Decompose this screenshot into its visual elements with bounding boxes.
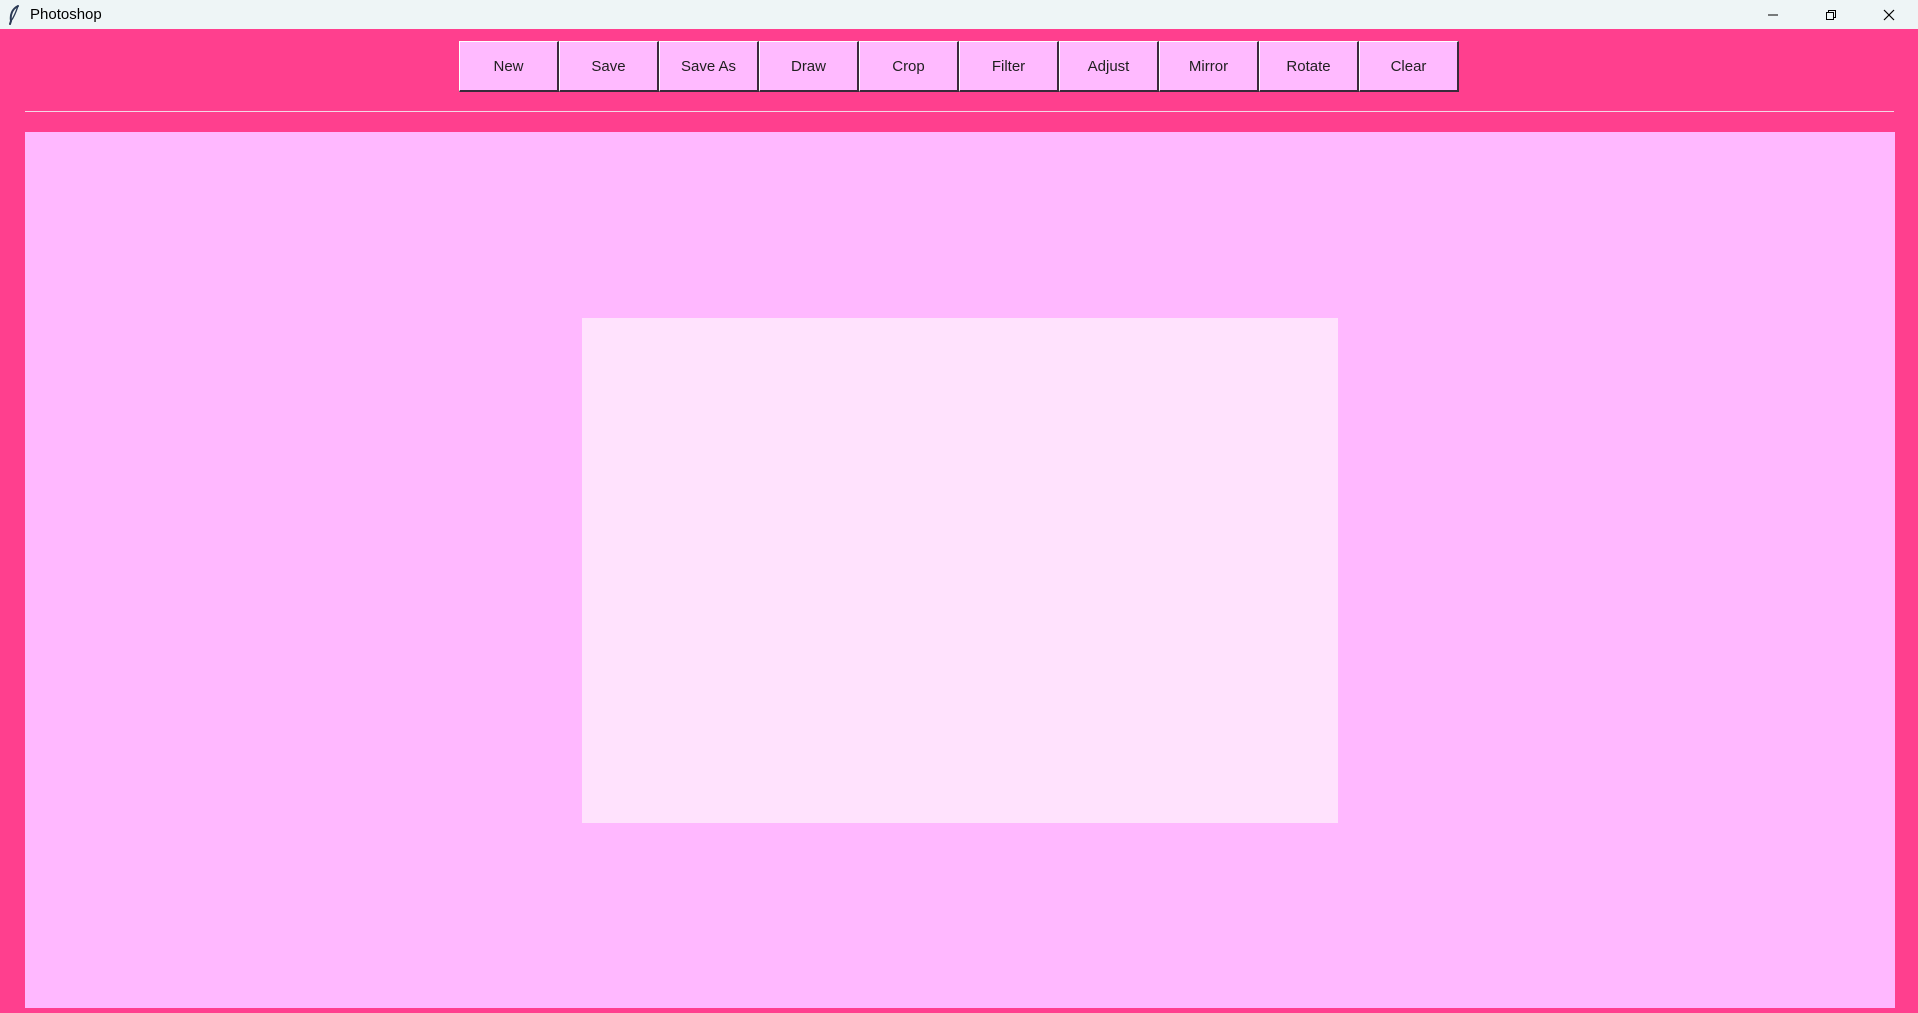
rotate-button[interactable]: Rotate xyxy=(1259,41,1359,92)
mirror-button[interactable]: Mirror xyxy=(1159,41,1259,92)
restore-icon[interactable] xyxy=(1802,0,1860,29)
new-button[interactable]: New xyxy=(459,41,559,92)
crop-button[interactable]: Crop xyxy=(859,41,959,92)
clear-button[interactable]: Clear xyxy=(1359,41,1459,92)
save-as-button[interactable]: Save As xyxy=(659,41,759,92)
window-title: Photoshop xyxy=(30,6,102,23)
save-button[interactable]: Save xyxy=(559,41,659,92)
title-bar[interactable]: Photoshop xyxy=(0,0,1918,29)
draw-button[interactable]: Draw xyxy=(759,41,859,92)
toolbar: New Save Save As Draw Crop Filter Adjust… xyxy=(459,41,1459,92)
feather-icon xyxy=(7,4,21,25)
workspace[interactable] xyxy=(25,132,1895,1008)
filter-button[interactable]: Filter xyxy=(959,41,1059,92)
close-icon[interactable] xyxy=(1860,0,1918,29)
app-window: Photoshop New Save Save As Draw Crop Fil… xyxy=(0,0,1918,1013)
minimize-icon[interactable] xyxy=(1744,0,1802,29)
image-canvas[interactable] xyxy=(582,318,1338,823)
toolbar-divider xyxy=(25,111,1894,112)
adjust-button[interactable]: Adjust xyxy=(1059,41,1159,92)
window-controls xyxy=(1744,0,1918,29)
